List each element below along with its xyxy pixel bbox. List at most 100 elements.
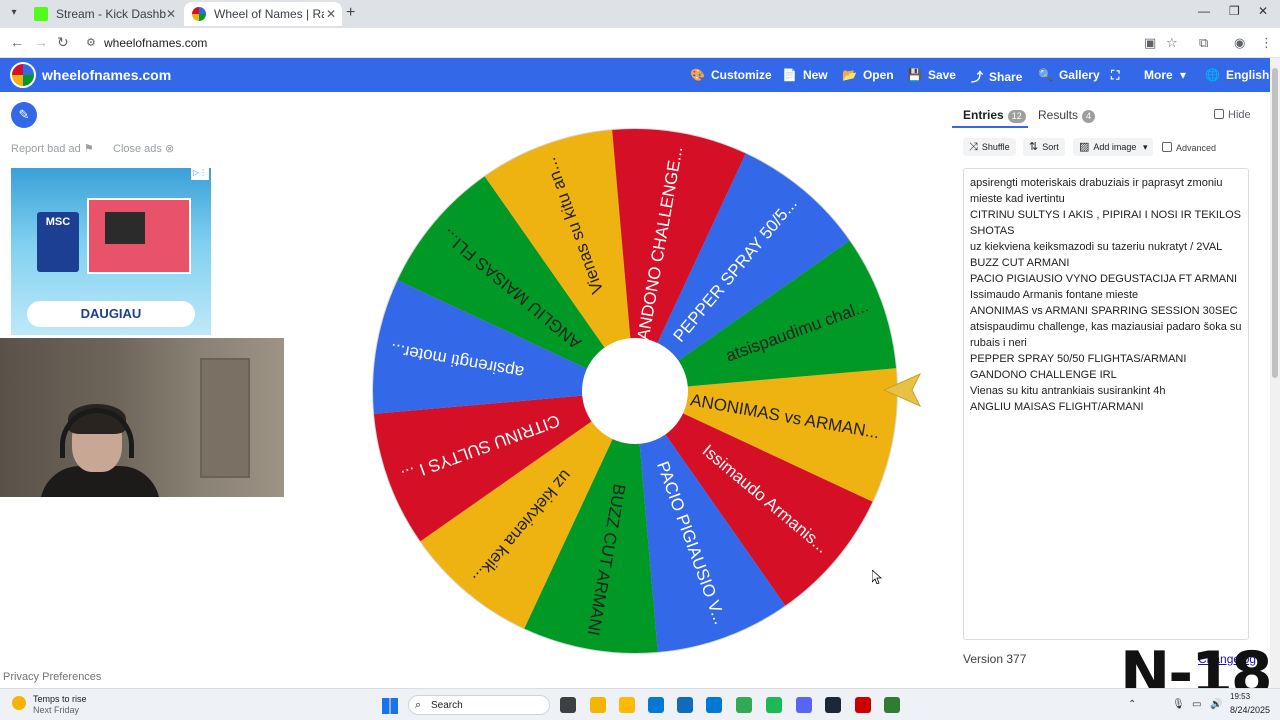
close-tab-icon[interactable]: ✕ <box>326 2 336 26</box>
globe-icon: 🌐 <box>1205 68 1220 82</box>
weather-subline[interactable]: Next Friday <box>33 705 79 715</box>
scrollbar-thumb[interactable] <box>1272 68 1278 378</box>
brand-name[interactable]: wheelofnames.com <box>42 67 171 83</box>
report-bad-ad-link[interactable]: Report bad ad ⚑ <box>11 142 94 155</box>
wheel-center-hub[interactable] <box>582 338 688 444</box>
weather-sun-icon[interactable] <box>12 696 26 710</box>
save-icon: 💾 <box>907 68 922 82</box>
advanced-checkbox[interactable]: Advanced <box>1162 142 1216 153</box>
customize-button[interactable]: 🎨 Customize <box>690 68 772 82</box>
address-bar[interactable]: ⚙ wheelofnames.com <box>80 32 1160 54</box>
wheel-logo-icon[interactable] <box>10 62 36 88</box>
tab-wheel-of-names[interactable]: Wheel of Names | Random nam ✕ <box>184 2 342 26</box>
chevron-down-icon: ▾ <box>1180 68 1187 82</box>
page-scrollbar[interactable] <box>1270 58 1280 688</box>
save-button[interactable]: 💾 Save <box>907 68 956 82</box>
adchoices-icon[interactable]: ▷⋮ <box>191 168 209 180</box>
fullscreen-button[interactable]: ⛶ <box>1111 68 1125 83</box>
tab-results[interactable]: Results 4 <box>1038 108 1096 123</box>
extensions-icon[interactable]: ⧉ <box>1199 35 1208 51</box>
volume-icon[interactable]: 🔊 <box>1210 699 1222 710</box>
report-ad-label: Report bad ad <box>11 143 81 155</box>
taskbar-app-icon[interactable] <box>884 697 900 713</box>
add-image-button[interactable]: ▨ Add image ▾ <box>1073 138 1154 156</box>
taskbar-app-icon[interactable] <box>677 697 693 713</box>
taskbar-app-icon[interactable] <box>590 697 606 713</box>
browser-tab-strip: ▾ Stream - Kick Dashboard ✕ Wheel of Nam… <box>0 0 1280 28</box>
browser-toolbar: ← → ↻ ⚙ wheelofnames.com ▣ ☆ ⧉ ◉ ⋮ <box>0 28 1280 58</box>
taskbar-app-icon[interactable] <box>796 697 812 713</box>
advertisement-banner[interactable]: ▷⋮ MSC DAUGIAU <box>11 168 211 335</box>
shuffle-button[interactable]: ⤨ Shuffle <box>963 138 1016 156</box>
minimize-icon[interactable]: — <box>1198 4 1210 18</box>
close-ads-label: Close ads <box>113 143 162 155</box>
wheel-graphic[interactable]: ANONIMAS vs ARMAN...Issimaudo Armanis...… <box>370 126 900 656</box>
url-text: wheelofnames.com <box>104 36 208 50</box>
search-icon: 🔍 <box>1038 68 1053 82</box>
weather-headline[interactable]: Temps to rise <box>33 694 87 704</box>
new-label: New <box>802 68 828 82</box>
entry-line: Vienas su kitu antrankiais susirankint 4… <box>970 385 1166 397</box>
network-icon[interactable]: ▭ <box>1192 699 1201 710</box>
hide-checkbox[interactable]: Hide <box>1214 109 1251 121</box>
sort-button[interactable]: ⇅ Sort <box>1023 138 1065 156</box>
mouse-cursor-icon <box>872 570 882 584</box>
bookmark-star-icon[interactable]: ☆ <box>1166 35 1178 51</box>
forward-icon[interactable]: → <box>34 34 48 50</box>
new-tab-icon[interactable]: + <box>346 4 355 22</box>
tab-search-icon[interactable]: ▾ <box>6 5 22 21</box>
more-button[interactable]: More ▾ <box>1144 68 1192 82</box>
kick-favicon-icon <box>34 7 48 21</box>
ad-more-button[interactable]: DAUGIAU <box>27 301 195 327</box>
microphone-icon[interactable]: 🎙 <box>1172 699 1185 710</box>
results-tab-label: Results <box>1038 108 1079 122</box>
tab-kick-dashboard[interactable]: Stream - Kick Dashboard ✕ <box>26 2 182 26</box>
open-label: Open <box>862 68 894 82</box>
taskbar-app-icon[interactable] <box>706 697 722 713</box>
taskbar-app-icon[interactable] <box>619 697 635 713</box>
share-button[interactable]: ⤴ Share <box>971 68 1022 85</box>
clock-date[interactable]: 8/24/2025 <box>1230 705 1270 715</box>
kebab-menu-icon[interactable]: ⋮ <box>1260 35 1273 51</box>
camera-blocked-icon[interactable]: ▣ <box>1144 35 1156 51</box>
close-window-icon[interactable]: ✕ <box>1258 4 1268 18</box>
language-button[interactable]: 🌐 English <box>1205 68 1269 82</box>
windows-start-icon[interactable] <box>382 698 398 714</box>
privacy-preferences-link[interactable]: Privacy Preferences <box>3 671 101 683</box>
ad-brand: MSC <box>45 216 71 228</box>
tray-chevron-icon[interactable]: ⌃ <box>1128 699 1136 710</box>
site-header: wheelofnames.com 🎨 Customize 📄 New 📂 Open 💾… <box>0 58 1270 92</box>
msc-logo: MSC <box>37 212 79 272</box>
site-info-icon[interactable]: ⚙ <box>86 36 96 49</box>
new-button[interactable]: 📄 New <box>782 68 828 82</box>
taskbar-app-icon[interactable] <box>855 697 871 713</box>
profile-icon[interactable]: ◉ <box>1234 35 1245 51</box>
gallery-button[interactable]: 🔍 Gallery <box>1038 68 1100 82</box>
palette-icon: 🎨 <box>690 68 705 82</box>
edit-pencil-icon[interactable]: ✎ <box>11 102 37 128</box>
taskbar-app-icon[interactable] <box>736 697 752 713</box>
clock-time[interactable]: 19:53 <box>1230 692 1250 701</box>
reload-icon[interactable]: ↻ <box>57 34 69 51</box>
taskbar-search[interactable]: ⌕ Search <box>408 695 550 715</box>
restore-icon[interactable]: ❐ <box>1229 4 1240 18</box>
back-icon[interactable]: ← <box>10 34 24 50</box>
tab-entries[interactable]: Entries 12 <box>963 108 1026 123</box>
task-view-icon[interactable] <box>560 697 576 713</box>
entries-panel: Entries 12 Results 4 Hide ⤨ Shuffle ⇅ Sort ▨… <box>952 98 1260 678</box>
close-tab-icon[interactable]: ✕ <box>166 2 176 26</box>
taskbar-app-icon[interactable] <box>648 697 664 713</box>
tab-label: Wheel of Names | Random nam <box>214 7 324 21</box>
search-icon: ⌕ <box>415 699 422 711</box>
entries-textarea[interactable]: apsirengti moteriskais drabuziais ir pap… <box>963 168 1249 640</box>
entries-count-badge: 12 <box>1007 110 1026 123</box>
entry-line: SHOTAS <box>970 225 1015 237</box>
taskbar-app-icon[interactable] <box>825 697 841 713</box>
advanced-label: Advanced <box>1176 143 1217 153</box>
taskbar-app-icon[interactable] <box>766 697 782 713</box>
hide-label: Hide <box>1228 109 1251 121</box>
open-button[interactable]: 📂 Open <box>842 68 894 82</box>
spin-wheel[interactable]: ANONIMAS vs ARMAN... Issimaudo Armanis...… <box>370 126 900 656</box>
close-ads-link[interactable]: Close ads ⊗ <box>113 142 174 155</box>
entry-line: apsirengti moteriskais drabuziais ir pap… <box>970 177 1223 189</box>
